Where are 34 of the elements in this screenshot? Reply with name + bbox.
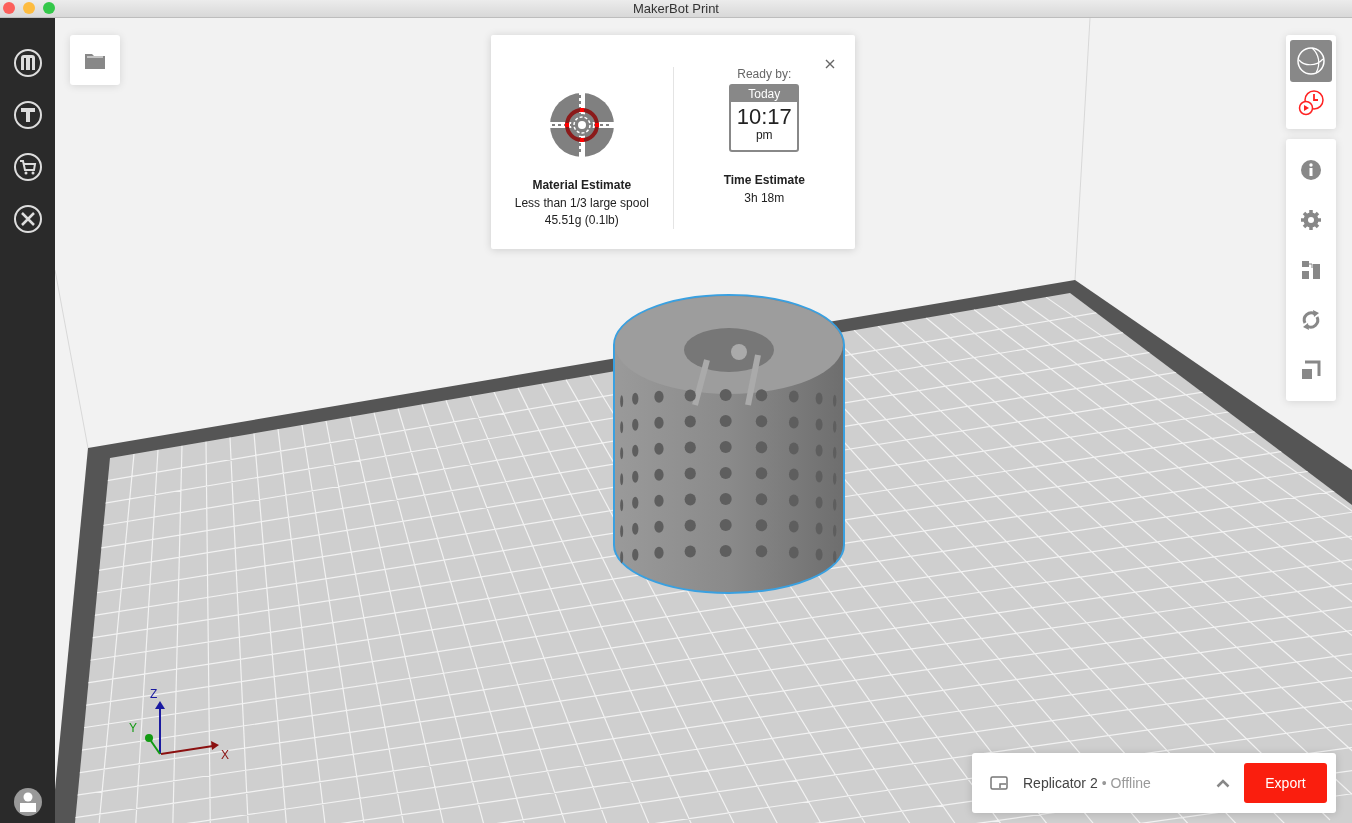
printer-icon: [990, 776, 1008, 790]
close-window-button[interactable]: [3, 2, 15, 14]
y-axis-arrow: [145, 734, 161, 755]
caret-icon[interactable]: [1216, 778, 1230, 788]
calendar-day: Today: [731, 86, 798, 102]
x-axis-arrow: [160, 741, 219, 755]
time-estimate-title: Time Estimate: [723, 173, 805, 187]
window-title: MakerBot Print: [633, 1, 719, 16]
open-file-button[interactable]: [70, 35, 120, 85]
material-estimate-title: Material Estimate: [532, 178, 632, 192]
material-detail: Less than 1/3 large spool: [514, 195, 649, 212]
status-separator: •: [1101, 775, 1107, 791]
z-axis-arrow: [155, 701, 165, 755]
folder-icon: [85, 51, 105, 69]
z-axis-label: Z: [150, 687, 158, 701]
x-axis-label: X: [221, 748, 229, 762]
logo-icon[interactable]: [12, 48, 43, 78]
time-duration: 3h 18m: [744, 190, 785, 207]
zoom-window-button[interactable]: [43, 2, 55, 14]
ready-by-label: Ready by:: [737, 67, 792, 81]
close-icon[interactable]: [825, 59, 835, 69]
cart-icon[interactable]: [12, 152, 43, 182]
y-axis-label: Y: [129, 721, 137, 735]
spool-icon: [548, 92, 615, 158]
globe-view-button[interactable]: [1290, 40, 1332, 82]
clock-play-icon: [1297, 89, 1325, 117]
printer-name: Replicator 2: [1023, 775, 1098, 791]
material-weight: 45.51g (0.1lb): [544, 212, 619, 229]
ready-time: 10:17: [736, 105, 792, 129]
globe-icon: [1296, 46, 1326, 76]
account-avatar[interactable]: [12, 787, 43, 817]
ready-meridiem: pm: [755, 129, 773, 141]
printer-status: Offline: [1110, 775, 1152, 791]
export-button[interactable]: Export: [1244, 763, 1327, 803]
